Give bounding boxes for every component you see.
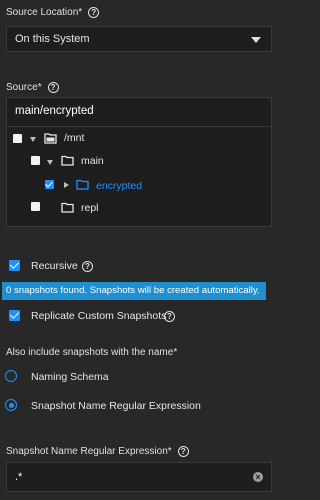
tree-checkbox-main[interactable]	[31, 156, 40, 165]
regex-value: .*	[15, 471, 23, 483]
chevron-down-icon	[251, 37, 261, 43]
folder-icon	[61, 155, 74, 166]
naming-schema-radio[interactable]	[5, 370, 17, 382]
help-icon[interactable]: ?	[164, 311, 175, 322]
replicate-custom-label: Replicate Custom Snapshots	[31, 310, 167, 322]
folder-icon	[76, 179, 89, 190]
also-include-label: Also include snapshots with the name *	[6, 347, 178, 358]
help-icon[interactable]: ?	[82, 261, 93, 272]
help-icon[interactable]: ?	[177, 446, 189, 457]
tree-checkbox-encrypted[interactable]	[45, 180, 54, 189]
source-label: Source * ?	[6, 82, 59, 93]
help-icon[interactable]: ?	[47, 82, 59, 93]
regex-option-label[interactable]: Snapshot Name Regular Expression	[31, 400, 201, 412]
tree-item-main[interactable]: main	[81, 155, 104, 167]
tree-checkbox-mnt[interactable]	[13, 134, 22, 143]
tree-item-mnt[interactable]: /mnt	[64, 132, 84, 144]
tree-item-encrypted[interactable]: encrypted	[96, 180, 142, 192]
help-icon[interactable]: ?	[88, 7, 100, 18]
tree-item-repl[interactable]: repl	[81, 202, 99, 214]
regex-field-label: Snapshot Name Regular Expression * ?	[6, 446, 189, 457]
regex-radio[interactable]	[5, 399, 17, 411]
divider	[7, 126, 271, 127]
recursive-label: Recursive	[31, 260, 78, 272]
recursive-checkbox[interactable]	[9, 260, 20, 271]
source-location-label: Source Location * ?	[6, 7, 100, 18]
source-location-value: On this System	[15, 33, 90, 45]
tree-checkbox-repl[interactable]	[31, 202, 40, 211]
source-explorer: main/encrypted /mnt main encrypted repl	[6, 97, 272, 227]
replicate-custom-checkbox[interactable]	[9, 310, 20, 321]
snapshot-info-banner: 0 snapshots found. Snapshots will be cre…	[2, 282, 266, 300]
naming-schema-label[interactable]: Naming Schema	[31, 371, 109, 383]
clear-icon[interactable]: ×	[253, 472, 263, 482]
folder-icon	[61, 202, 74, 213]
expand-toggle-icon[interactable]	[30, 137, 36, 142]
expand-toggle-icon[interactable]	[47, 160, 53, 165]
expand-toggle-icon[interactable]	[64, 182, 69, 188]
folder-open-icon	[44, 133, 57, 144]
regex-input[interactable]: .* ×	[6, 462, 272, 492]
source-location-select[interactable]: On this System	[6, 26, 272, 52]
source-path-input[interactable]: main/encrypted	[15, 105, 94, 117]
